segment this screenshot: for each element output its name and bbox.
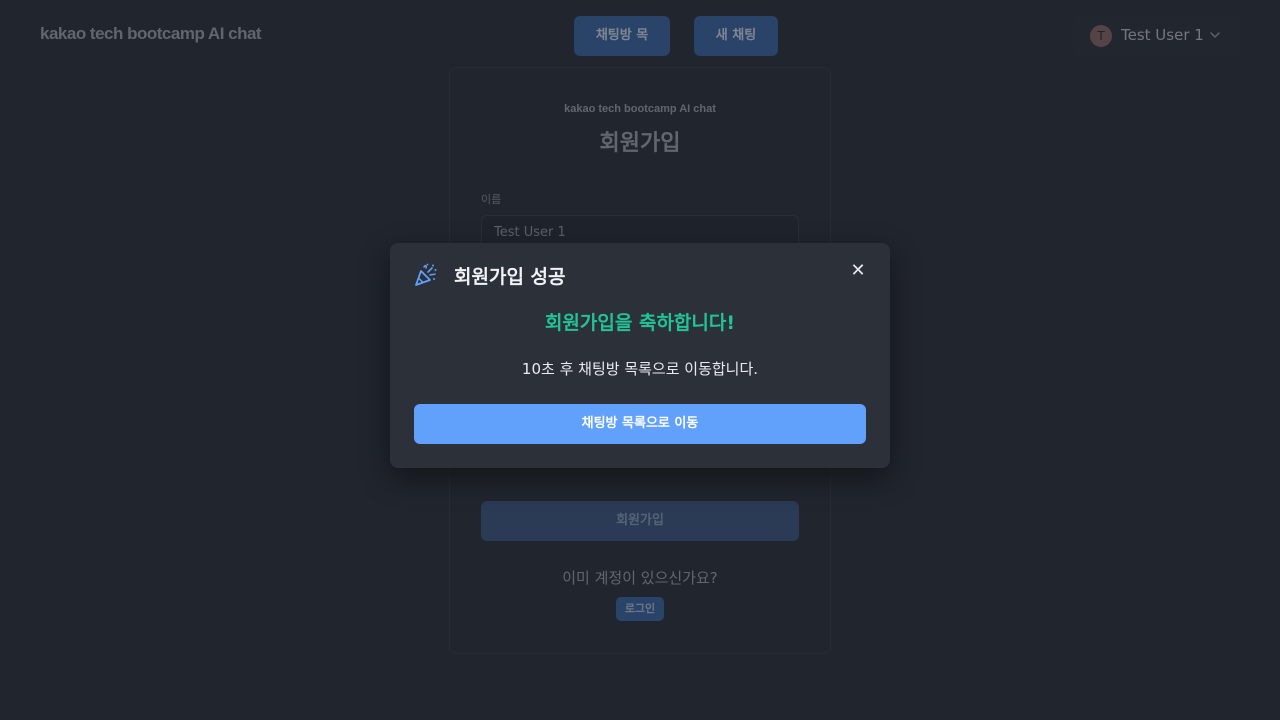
party-popper-icon xyxy=(415,263,437,286)
redirect-countdown-message: 10초 후 채팅방 목록으로 이동합니다. xyxy=(521,360,759,378)
close-icon[interactable]: ✕ xyxy=(849,262,867,280)
modal-title: 회원가입 성공 xyxy=(454,266,566,288)
signup-success-modal: 회원가입 성공 ✕ 회원가입을 축하합니다! 10초 후 채팅방 목록으로 이동… xyxy=(390,243,890,468)
congrats-message: 회원가입을 축하합니다! xyxy=(544,312,736,334)
go-to-chat-list-button[interactable]: 채팅방 목록으로 이동 xyxy=(414,404,866,444)
